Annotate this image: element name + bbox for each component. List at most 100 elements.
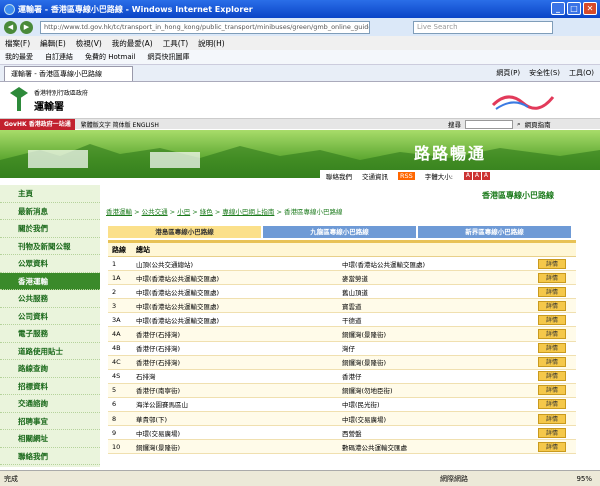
terminus-from: 香港仔(石排灣) [136,331,181,340]
terminus-to: 西營盤 [342,429,362,438]
dept-subtitle: 香港特別行政區政府 [34,90,89,97]
sidebar-item[interactable]: 刊物及新聞公報 [0,238,100,255]
back-icon[interactable]: ◀ [4,20,17,34]
font-size-label: 字體大小: [424,172,453,181]
details-button[interactable]: 詳情 [538,441,566,452]
govhk-link[interactable]: GovHK 香港政府一站通 [0,118,75,130]
terminus-from: 石排灣 [136,373,156,382]
details-button[interactable]: 詳情 [538,413,566,424]
details-button[interactable]: 詳情 [538,399,566,410]
status-bar: 完成 網際網路 95% [0,470,600,486]
details-button[interactable]: 詳情 [538,385,566,396]
table-row: 6 海洋公園賽馬區山 中環(民光街) 詳情 [108,397,576,413]
route-number: 4B [112,344,121,353]
sidebar-item[interactable]: 電子服務 [0,325,100,343]
table-row: 3 中環(香港站公共運輸交匯處) 寶雲道 詳情 [108,299,576,314]
details-button[interactable]: 詳情 [538,300,566,311]
sidebar-item[interactable]: 招標資料 [0,378,100,395]
banner-links: 聯絡我們 交通資訊 RSS 字體大小: AAA [320,170,600,181]
table-row: 3A 中環(香港站公共運輸交匯處) 干德道 詳情 [108,313,576,328]
sidebar-item[interactable]: 路線查詢 [0,360,100,378]
site-map-link[interactable]: 網頁指南 [525,119,551,129]
tab-kowloon[interactable]: 九龍區專線小巴路線 [263,226,416,238]
terminus-from: 香港仔(南寧街) [136,387,181,396]
sidebar-item[interactable]: 公共服務 [0,290,100,308]
font-small-button[interactable]: A [463,172,472,180]
font-medium-button[interactable]: A [472,172,481,180]
menu-file[interactable]: 檔案(F) [5,38,30,49]
terminus-to: 銅鑼灣(景隆街) [342,331,387,340]
table-row: 5 香港仔(南寧街) 銅鑼灣(勿地臣街) 詳情 [108,383,576,398]
search-icon[interactable]: ⌕ [517,120,521,129]
tools-menu[interactable]: 工具(O) [569,68,594,78]
menu-favorites[interactable]: 我的最愛(A) [112,38,153,49]
traffic-info-link[interactable]: 交通資訊 [362,171,388,181]
sidebar-item[interactable]: 相關網址 [0,430,100,448]
breadcrumb-item[interactable]: 綠色 [200,208,213,216]
tab-bar: 運輸署 - 香港區專線小巴路線 網頁(P) 安全性(S) 工具(O) [0,65,600,82]
table-row: 1A 中環(香港站公共運輸交匯處) 麥當勞道 詳情 [108,271,576,286]
search-input[interactable]: Live Search [413,20,553,34]
details-button[interactable]: 詳情 [538,258,566,269]
rss-link[interactable]: RSS [398,171,415,180]
menu-tools[interactable]: 工具(T) [163,38,188,49]
forward-icon[interactable]: ▶ [20,20,33,34]
fav-link-custom[interactable]: 自訂連結 [45,52,73,62]
zoom-level[interactable]: 95% [576,475,592,483]
route-number: 4S [112,372,121,381]
details-button[interactable]: 詳情 [538,329,566,340]
minimize-button[interactable]: _ [551,2,565,15]
banner-title: 路路暢通 [414,144,487,163]
sidebar-item[interactable]: 香港運輸 [0,272,100,290]
details-button[interactable]: 詳情 [538,427,566,438]
terminus-to: 銅鑼灣(景隆街) [342,359,387,368]
maximize-button[interactable]: □ [567,2,581,15]
details-button[interactable]: 詳情 [538,314,566,325]
sidebar-item[interactable]: 道路使用貼士 [0,343,100,360]
terminus-to: 舊山頂道 [342,288,368,297]
fav-link-hotmail[interactable]: 免費的 Hotmail [85,52,136,62]
fav-link-gallery[interactable]: 網頁快訊圖庫 [148,52,190,62]
tab-hk-island[interactable]: 港島區專線小巴路線 [108,226,261,238]
safety-menu[interactable]: 安全性(S) [529,68,560,78]
breadcrumb-item[interactable]: 香港運輸 [106,208,132,216]
terminus-from: 中環(香港站公共運輸交匯處) [136,274,220,283]
close-button[interactable]: ✕ [583,2,597,15]
sidebar-item[interactable]: 公眾資料 [0,255,100,273]
details-button[interactable]: 詳情 [538,357,566,368]
details-button[interactable]: 詳情 [538,286,566,297]
site-search: 搜尋 ⌕ 網頁指南 [448,119,551,129]
terminus-from: 山頂(公共交通總站) [136,260,194,269]
menu-edit[interactable]: 編輯(E) [40,38,66,49]
details-button[interactable]: 詳情 [538,343,566,354]
menu-view[interactable]: 檢視(V) [76,38,102,49]
sidebar-item[interactable]: 招聘事宜 [0,413,100,430]
contact-link[interactable]: 聯絡我們 [326,171,352,181]
td-logo-icon [10,87,28,111]
header-route: 路線 [112,245,126,254]
sidebar-item[interactable]: 交通諮詢 [0,395,100,413]
breadcrumb: 香港運輸 > 公共交通 > 小巴 > 綠色 > 專線小巴網上指南 > 香港區專線… [106,206,342,216]
font-large-button[interactable]: A [481,172,490,180]
sidebar-item[interactable]: 公司資料 [0,308,100,325]
menu-help[interactable]: 說明(H) [198,38,225,49]
tab-nt[interactable]: 新界區專線小巴路線 [418,226,571,238]
details-button[interactable]: 詳情 [538,272,566,283]
breadcrumb-item[interactable]: 小巴 [177,208,190,216]
table-row: 10 銅鑼灣(景隆街) 數碼港公共運輸交匯處 詳情 [108,440,576,455]
details-button[interactable]: 詳情 [538,371,566,382]
site-search-input[interactable] [465,119,513,129]
sidebar-item[interactable]: 最新消息 [0,203,100,220]
language-links[interactable]: 繁體版文字 简体版 ENGLISH [81,120,159,129]
sidebar-item[interactable]: 主頁 [0,185,100,203]
favorites-button[interactable]: 我的最愛 [5,52,33,62]
browser-tab[interactable]: 運輸署 - 香港區專線小巴路線 [4,65,133,81]
url-input[interactable]: http://www.td.gov.hk/tc/transport_in_hon… [40,20,370,34]
breadcrumb-item[interactable]: 專線小巴網上指南 [222,208,274,216]
table-row: 4S 石排灣 香港仔 詳情 [108,369,576,384]
sidebar-item[interactable]: 聯絡我們 [0,448,100,465]
table-row: 4C 香港仔(石排灣) 銅鑼灣(景隆街) 詳情 [108,355,576,370]
breadcrumb-item[interactable]: 公共交通 [142,208,168,216]
sidebar-item[interactable]: 關於我們 [0,220,100,238]
page-menu[interactable]: 網頁(P) [496,68,520,78]
